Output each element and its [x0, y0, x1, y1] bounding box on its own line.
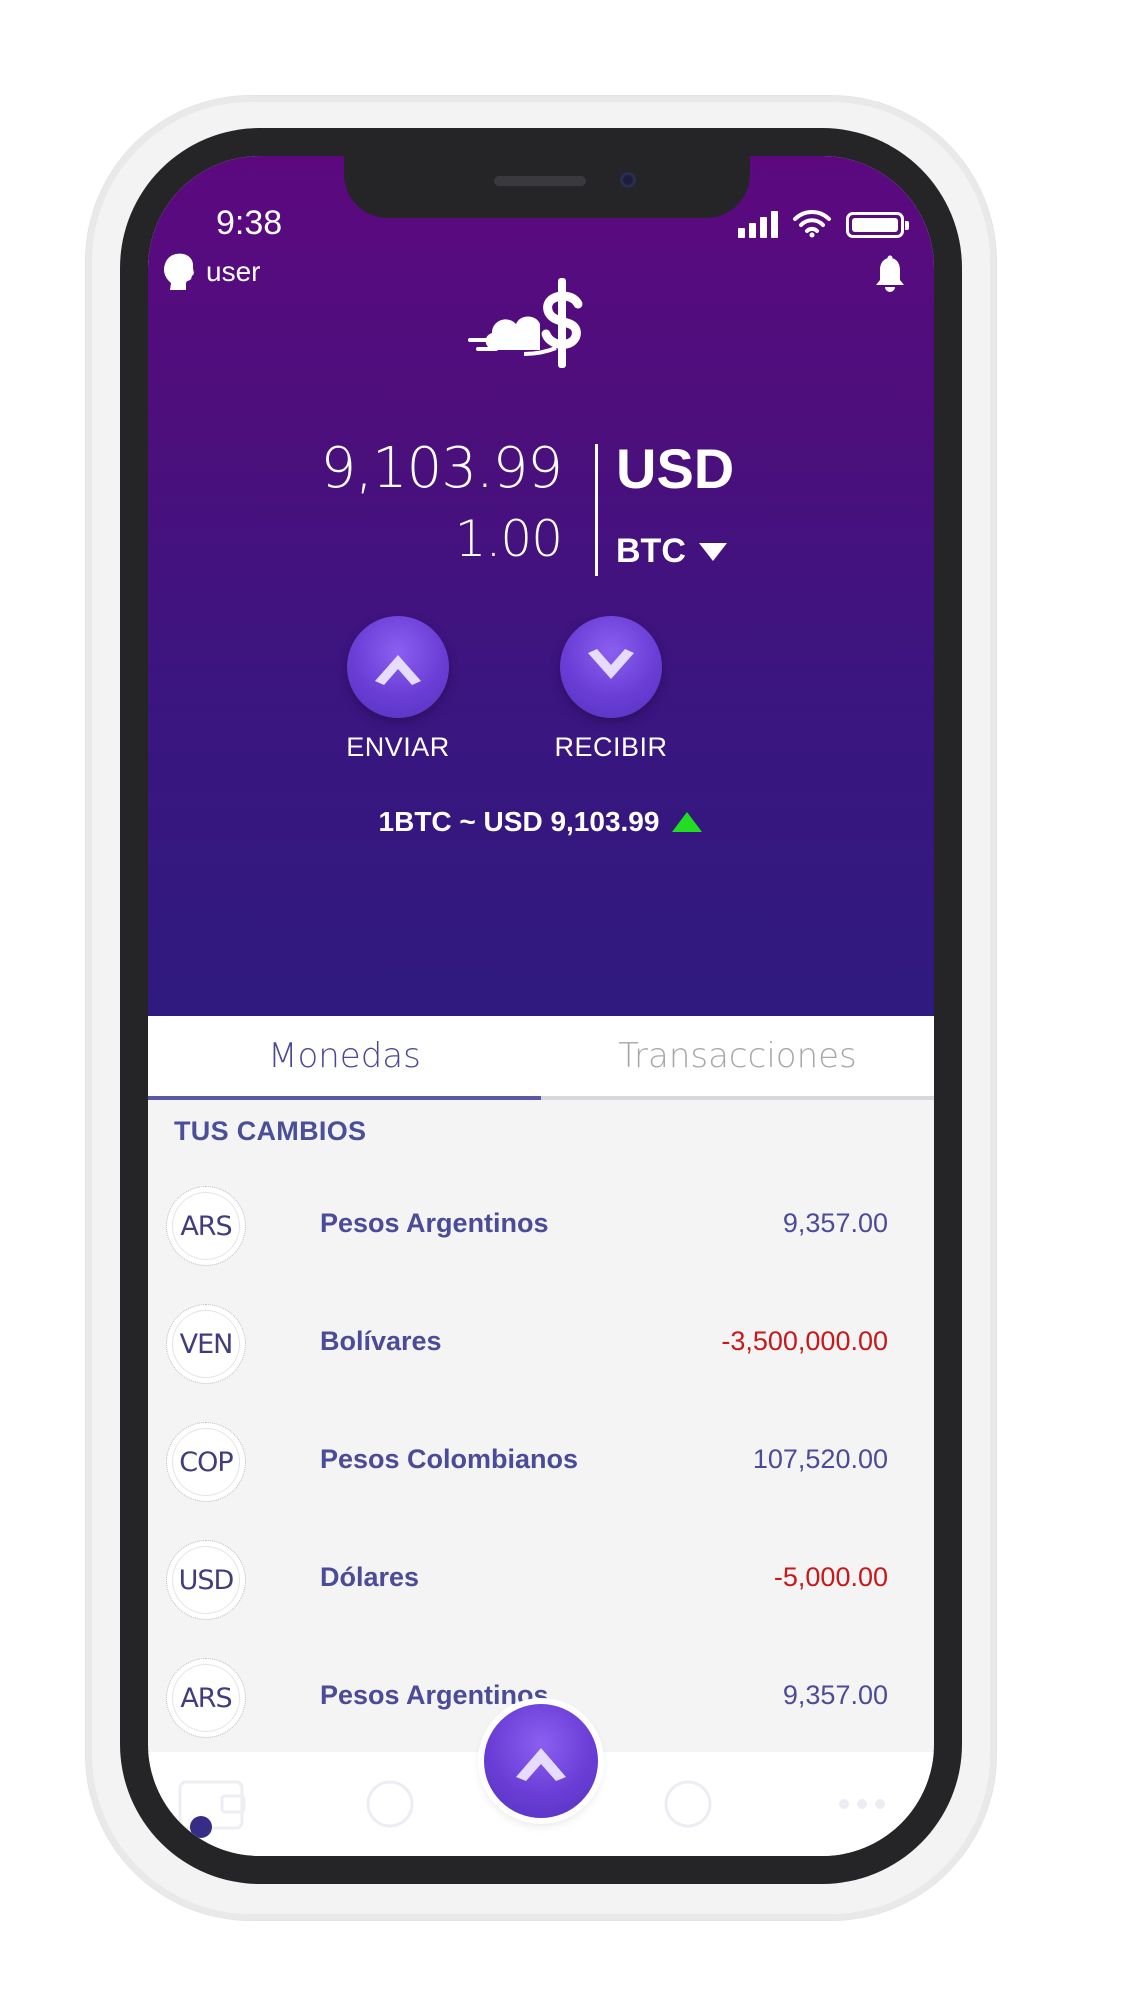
currency-name: Pesos Colombianos — [320, 1444, 579, 1474]
history-icon[interactable] — [660, 1776, 716, 1832]
list-item[interactable]: VEN Bolívares -3,500,000.00 — [148, 1288, 934, 1406]
chevron-up-icon — [375, 655, 421, 685]
list-item[interactable]: USD Dólares -5,000.00 — [148, 1524, 934, 1642]
primary-currency-label: USD — [616, 437, 735, 500]
list-item[interactable]: ARS Pesos Argentinos 9,357.00 — [148, 1170, 934, 1288]
user-profile[interactable]: user — [162, 252, 260, 292]
tab-bar: Monedas Transacciones — [148, 1016, 934, 1100]
speaker-grille — [494, 176, 586, 186]
currency-value: 9,357.00 — [782, 1208, 888, 1238]
front-camera — [620, 172, 636, 188]
currency-name: Dólares — [320, 1562, 420, 1592]
currency-name: Bolívares — [320, 1326, 442, 1356]
send-fab[interactable] — [484, 1704, 598, 1818]
send-button[interactable]: ENVIAR — [308, 616, 488, 763]
cloud-dollar-logo — [468, 278, 583, 368]
list-item[interactable]: COP Pesos Colombianos 107,520.00 — [148, 1406, 934, 1524]
wallet-icon[interactable] — [178, 1776, 248, 1832]
receive-button[interactable]: RECIBIR — [521, 616, 701, 763]
currency-value: 9,357.00 — [782, 1680, 888, 1710]
balance-divider — [595, 444, 598, 576]
chevron-up-icon — [516, 1748, 566, 1781]
balance-primary-amount: 9,103.99 — [320, 436, 563, 501]
currency-name: Pesos Argentinos — [320, 1208, 549, 1238]
currency-name: Pesos Argentinos — [320, 1680, 549, 1710]
triangle-up-icon — [672, 812, 703, 832]
active-nav-indicator — [190, 1816, 212, 1838]
tab-monedas[interactable]: Monedas — [148, 1016, 541, 1100]
exchange-icon[interactable] — [362, 1776, 418, 1832]
receive-circle — [560, 616, 662, 718]
currency-badge: USD — [166, 1540, 246, 1620]
currency-value: 107,520.00 — [752, 1444, 888, 1474]
currency-badge: ARS — [166, 1658, 246, 1738]
exchange-rate: 1BTC ~ USD 9,103.99 — [148, 806, 934, 838]
battery-icon — [846, 212, 909, 238]
currency-badge: ARS — [166, 1186, 246, 1266]
user-silhouette-icon — [163, 253, 194, 290]
username-label: user — [206, 256, 261, 287]
tab-transacciones[interactable]: Transacciones — [541, 1016, 934, 1096]
secondary-currency-label: BTC — [616, 532, 686, 570]
app-screen: 9:38 user 9,103.99 1.00 USD BTC ENVIAR R… — [148, 156, 934, 1856]
balance-secondary-amount: 1.00 — [454, 510, 563, 568]
exchange-rate-text: 1BTC ~ USD 9,103.99 — [378, 806, 660, 837]
signal-icon — [738, 210, 778, 238]
secondary-currency-selector[interactable]: BTC — [616, 532, 728, 571]
currency-list: ARS Pesos Argentinos 9,357.00 VEN Bolíva… — [148, 1170, 934, 1760]
more-icon[interactable] — [832, 1776, 892, 1832]
wifi-icon — [793, 209, 831, 238]
receive-label: RECIBIR — [554, 732, 668, 762]
chevron-down-icon — [588, 649, 634, 679]
currency-badge: COP — [166, 1422, 246, 1502]
caret-down-icon — [698, 542, 727, 561]
status-icons — [738, 206, 909, 238]
bell-icon[interactable] — [872, 254, 908, 294]
section-title: TUS CAMBIOS — [174, 1116, 367, 1146]
send-circle — [347, 616, 449, 718]
wallet-header: 9:38 user 9,103.99 1.00 USD BTC ENVIAR R… — [148, 156, 934, 1016]
currency-badge: VEN — [166, 1304, 246, 1384]
currency-value: -3,500,000.00 — [721, 1326, 888, 1356]
phone-notch — [344, 156, 750, 218]
currency-value: -5,000.00 — [773, 1562, 888, 1592]
status-time: 9:38 — [216, 204, 283, 242]
send-label: ENVIAR — [346, 732, 450, 762]
